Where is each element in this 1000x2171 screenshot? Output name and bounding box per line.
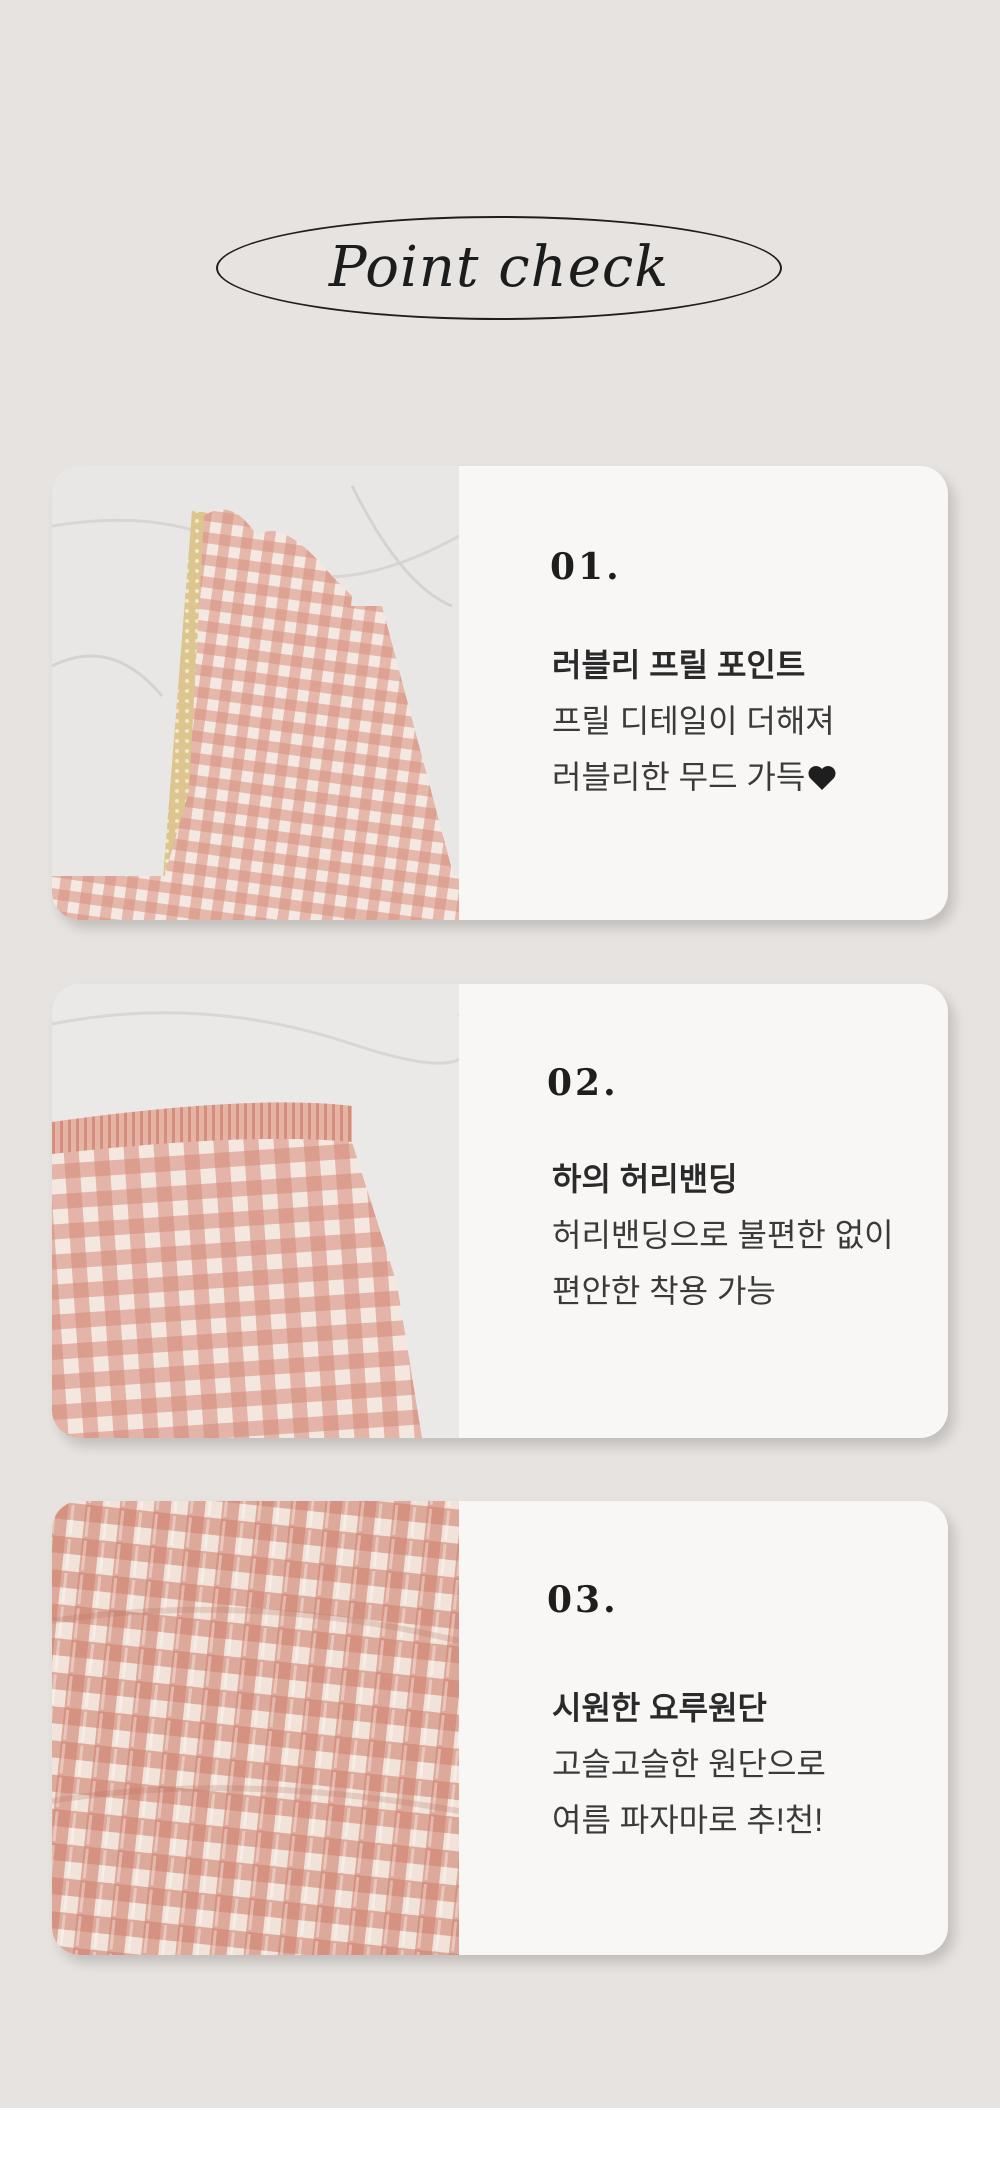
point-description-line: 러블리한 무드 가득 xyxy=(552,752,837,800)
point-card-1: 01. 러블리 프릴 포인트 프릴 디테일이 더해져 러블리한 무드 가득 xyxy=(52,466,948,920)
point-heading: 시원한 요루원단 xyxy=(552,1690,767,1726)
point-description-text: 러블리한 무드 가득 xyxy=(552,759,806,795)
point-description-line: 허리밴딩으로 불편한 없이 xyxy=(552,1217,894,1253)
point-description-line: 편안한 착용 가능 xyxy=(552,1273,776,1309)
point-info-1: 01. 러블리 프릴 포인트 프릴 디테일이 더해져 러블리한 무드 가득 xyxy=(497,466,948,920)
point-number: 03. xyxy=(547,1579,619,1621)
product-detail-page: Point check 01. 러블리 프릴 포인트 프릴 디테일이 더해져 러… xyxy=(0,0,1000,2108)
frill-detail-photo xyxy=(52,466,459,920)
point-info-3: 03. 시원한 요루원단 고슬고슬한 원단으로 여름 파자마로 추!천! xyxy=(497,1501,948,1955)
point-description-line: 여름 파자마로 추!천! xyxy=(552,1802,824,1838)
waistband-photo xyxy=(52,984,459,1438)
point-card-2: 02. 하의 허리밴딩 허리밴딩으로 불편한 없이 편안한 착용 가능 xyxy=(52,984,948,1438)
point-description-line: 고슬고슬한 원단으로 xyxy=(552,1746,826,1782)
heart-icon xyxy=(807,763,837,800)
title-badge: Point check xyxy=(216,216,782,320)
fabric-closeup-photo xyxy=(52,1501,459,1955)
point-heading: 러블리 프릴 포인트 xyxy=(552,647,806,683)
section-title: Point check xyxy=(328,235,670,300)
point-description-line: 프릴 디테일이 더해져 xyxy=(552,703,835,739)
point-number: 01. xyxy=(550,546,622,588)
point-card-3: 03. 시원한 요루원단 고슬고슬한 원단으로 여름 파자마로 추!천! xyxy=(52,1501,948,1955)
point-heading: 하의 허리밴딩 xyxy=(552,1161,738,1197)
point-number: 02. xyxy=(547,1062,619,1104)
point-info-2: 02. 하의 허리밴딩 허리밴딩으로 불편한 없이 편안한 착용 가능 xyxy=(497,984,948,1438)
